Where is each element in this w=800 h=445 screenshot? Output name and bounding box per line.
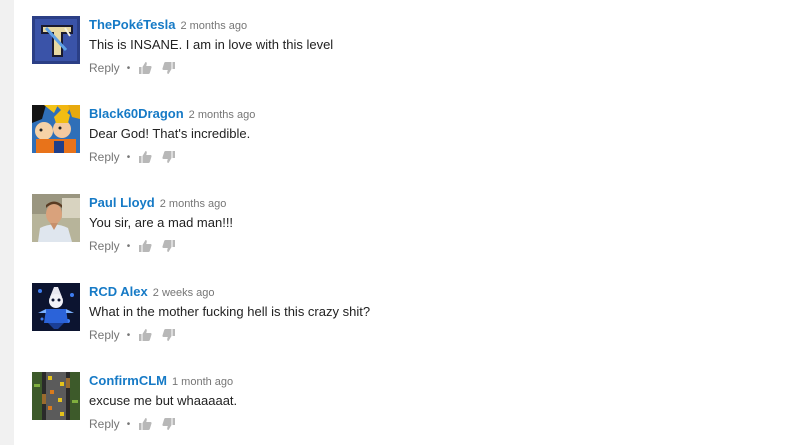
thumb-down-icon[interactable] xyxy=(162,61,176,75)
reply-button[interactable]: Reply xyxy=(89,239,120,253)
timestamp[interactable]: 2 months ago xyxy=(189,109,256,121)
comment-actions: Reply • xyxy=(89,149,176,165)
avatar[interactable] xyxy=(32,16,80,64)
separator-dot: • xyxy=(126,418,131,430)
anime-characters-avatar xyxy=(32,105,80,153)
author-name[interactable]: ThePokéTesla xyxy=(89,17,175,32)
thumb-down-icon[interactable] xyxy=(162,239,176,253)
comment-text: Dear God! That's incredible. xyxy=(89,126,251,141)
author-name[interactable]: ConfirmCLM xyxy=(89,373,167,388)
comment-actions: Reply • xyxy=(89,327,176,343)
author-line: ConfirmCLM 1 month ago xyxy=(89,373,233,390)
avatar[interactable] xyxy=(32,283,80,331)
tesla-logo-icon xyxy=(32,16,80,64)
thumb-up-icon[interactable] xyxy=(138,61,152,75)
reply-button[interactable]: Reply xyxy=(89,328,120,342)
author-line: ThePokéTesla 2 months ago xyxy=(89,17,247,34)
thumb-up-icon[interactable] xyxy=(138,150,152,164)
separator-dot: • xyxy=(126,329,131,341)
timestamp[interactable]: 2 months ago xyxy=(180,20,247,32)
author-line: Black60Dragon 2 months ago xyxy=(89,106,255,123)
thumb-down-icon[interactable] xyxy=(162,328,176,342)
comments-panel: ThePokéTesla 2 months ago This is INSANE.… xyxy=(14,0,800,445)
comment-text: excuse me but whaaaaat. xyxy=(89,393,238,408)
person-photo-avatar xyxy=(32,194,80,242)
author-name[interactable]: RCD Alex xyxy=(89,284,148,299)
avatar[interactable] xyxy=(32,105,80,153)
comment-actions: Reply • xyxy=(89,60,176,76)
author-name[interactable]: Black60Dragon xyxy=(89,106,184,121)
thumb-up-icon[interactable] xyxy=(138,328,152,342)
comment-text: What in the mother fucking hell is this … xyxy=(89,304,371,319)
comment-actions: Reply • xyxy=(89,238,176,254)
comment-item: ThePokéTesla 2 months ago This is INSANE.… xyxy=(32,16,732,86)
avatar[interactable] xyxy=(32,194,80,242)
timestamp[interactable]: 2 months ago xyxy=(160,198,227,210)
comment-item: Paul Lloyd 2 months ago You sir, are a ma… xyxy=(32,194,732,264)
separator-dot: • xyxy=(126,62,131,74)
separator-dot: • xyxy=(126,240,131,252)
reply-button[interactable]: Reply xyxy=(89,150,120,164)
separator-dot: • xyxy=(126,151,131,163)
thumb-up-icon[interactable] xyxy=(138,239,152,253)
skeleton-character-avatar xyxy=(32,283,80,331)
reply-button[interactable]: Reply xyxy=(89,61,120,75)
comment-actions: Reply • xyxy=(89,416,176,432)
thumb-down-icon[interactable] xyxy=(162,150,176,164)
thumb-down-icon[interactable] xyxy=(162,417,176,431)
comment-item: Black60Dragon 2 months ago Dear God! That… xyxy=(32,105,732,175)
thumb-up-icon[interactable] xyxy=(138,417,152,431)
timestamp[interactable]: 1 month ago xyxy=(172,376,233,388)
comment-text: This is INSANE. I am in love with this l… xyxy=(89,37,334,52)
comment-item: RCD Alex 2 weeks ago What in the mother f… xyxy=(32,283,732,353)
game-level-avatar xyxy=(32,372,80,420)
avatar[interactable] xyxy=(32,372,80,420)
reply-button[interactable]: Reply xyxy=(89,417,120,431)
comment-text: You sir, are a mad man!!! xyxy=(89,215,234,230)
author-name[interactable]: Paul Lloyd xyxy=(89,195,155,210)
timestamp[interactable]: 2 weeks ago xyxy=(153,287,215,299)
comment-item: ConfirmCLM 1 month ago excuse me but whaa… xyxy=(32,372,732,442)
author-line: Paul Lloyd 2 months ago xyxy=(89,195,226,212)
author-line: RCD Alex 2 weeks ago xyxy=(89,284,215,301)
